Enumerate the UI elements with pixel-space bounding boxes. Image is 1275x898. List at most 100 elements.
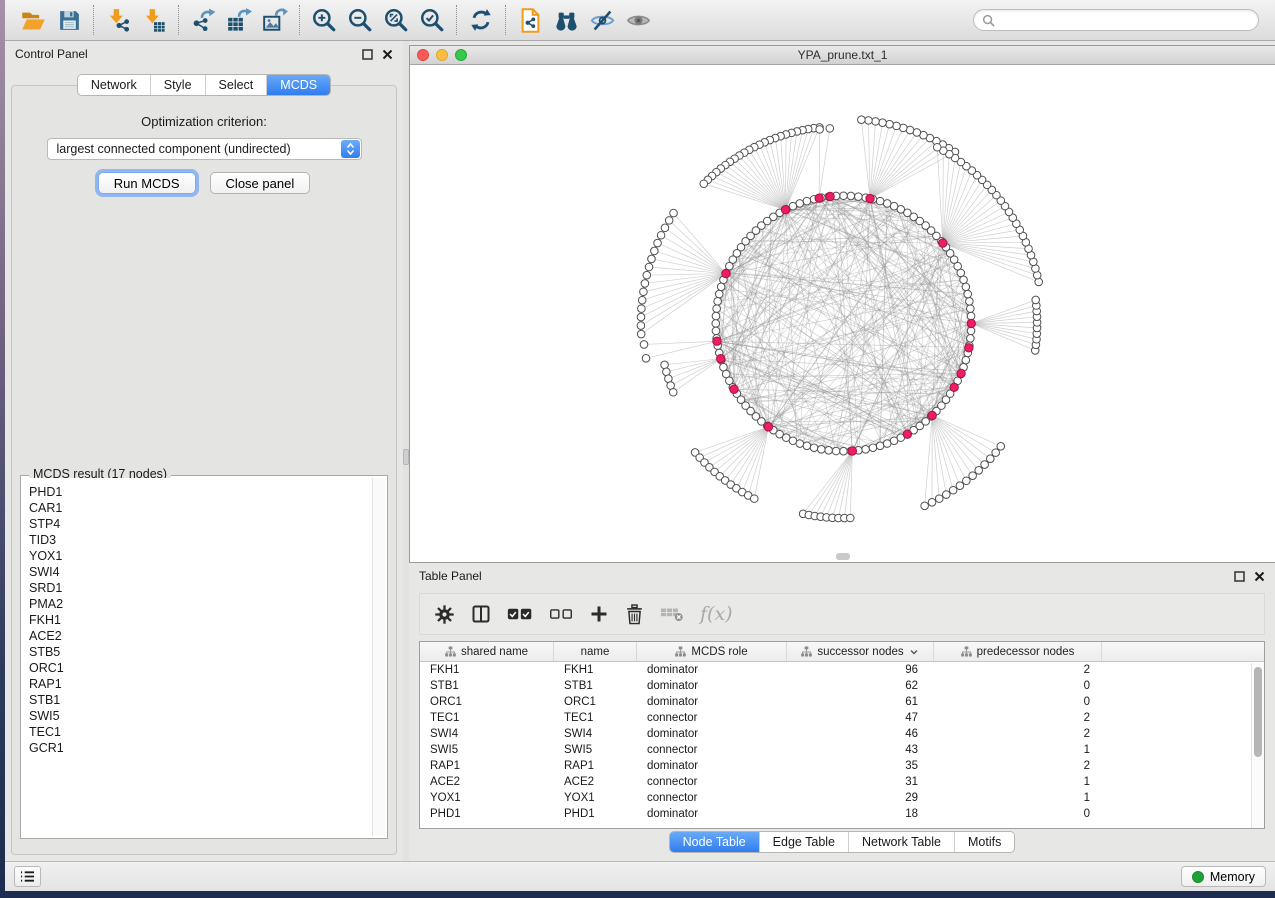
- mcds-list-scrollbar[interactable]: [372, 478, 385, 836]
- table-cell: 47: [787, 712, 934, 724]
- table-row[interactable]: YOX1YOX1connector291: [420, 790, 1264, 806]
- table-row[interactable]: SWI4SWI4dominator462: [420, 726, 1264, 742]
- save-session-button[interactable]: [51, 3, 87, 37]
- float-table-panel-icon[interactable]: [1234, 571, 1245, 582]
- zoom-in-button[interactable]: [306, 3, 342, 37]
- network-canvas[interactable]: [410, 65, 1275, 562]
- tab-network[interactable]: Network: [78, 75, 150, 95]
- memory-status-icon: [1192, 871, 1204, 883]
- mcds-result-item[interactable]: SWI5: [29, 708, 371, 724]
- table-cell: dominator: [637, 760, 787, 772]
- open-file-button[interactable]: [15, 3, 51, 37]
- mcds-result-item[interactable]: STB5: [29, 644, 371, 660]
- close-panel-button[interactable]: Close panel: [210, 172, 311, 194]
- mcds-result-item[interactable]: ORC1: [29, 660, 371, 676]
- mcds-result-item[interactable]: SWI4: [29, 564, 371, 580]
- show-column-panel-button[interactable]: [471, 604, 491, 624]
- search-input[interactable]: [1001, 13, 1250, 27]
- mcds-result-item[interactable]: TID3: [29, 532, 371, 548]
- close-table-panel-icon[interactable]: [1254, 571, 1265, 582]
- column-header-mcds-role[interactable]: MCDS role: [637, 642, 787, 661]
- table-row[interactable]: RAP1RAP1dominator352: [420, 758, 1264, 774]
- run-mcds-button[interactable]: Run MCDS: [98, 172, 196, 194]
- mcds-result-item[interactable]: SRD1: [29, 580, 371, 596]
- mcds-result-item[interactable]: YOX1: [29, 548, 371, 564]
- memory-button[interactable]: Memory: [1181, 866, 1266, 887]
- share-document-button[interactable]: [512, 3, 548, 37]
- mcds-result-item[interactable]: FKH1: [29, 612, 371, 628]
- tab-style[interactable]: Style: [150, 75, 205, 95]
- mcds-result-item[interactable]: CAR1: [29, 500, 371, 516]
- import-network-button[interactable]: [100, 3, 136, 37]
- create-column-button[interactable]: [589, 604, 609, 624]
- control-panel: Control Panel NetworkStyleSelectMCDS Opt…: [5, 41, 403, 861]
- window-maximize-button[interactable]: [455, 49, 467, 61]
- export-table-icon: [226, 7, 252, 33]
- mcds-result-item[interactable]: RAP1: [29, 676, 371, 692]
- export-table-button[interactable]: [221, 3, 257, 37]
- table-row[interactable]: TEC1TEC1connector472: [420, 710, 1264, 726]
- network-scrollbar-thumb[interactable]: [836, 553, 850, 560]
- table-cell: 2: [934, 760, 1102, 772]
- export-network-button[interactable]: [185, 3, 221, 37]
- tab-mcds[interactable]: MCDS: [266, 75, 330, 95]
- window-close-button[interactable]: [417, 49, 429, 61]
- tab-motifs[interactable]: Motifs: [954, 832, 1014, 852]
- tab-select[interactable]: Select: [205, 75, 267, 95]
- zoom-selected-button[interactable]: [414, 3, 450, 37]
- table-row[interactable]: FKH1FKH1dominator962: [420, 662, 1264, 678]
- mcds-result-item[interactable]: TEC1: [29, 724, 371, 740]
- task-history-button[interactable]: [14, 866, 41, 887]
- binoculars-button[interactable]: [548, 3, 584, 37]
- table-cell: STB1: [420, 680, 554, 692]
- mcds-result-item[interactable]: PMA2: [29, 596, 371, 612]
- select-all-rows-button[interactable]: [507, 606, 533, 622]
- close-panel-icon[interactable]: [382, 49, 393, 60]
- refresh-button[interactable]: [463, 3, 499, 37]
- column-header-successor-nodes[interactable]: successor nodes: [787, 642, 934, 661]
- tab-edge-table[interactable]: Edge Table: [759, 832, 848, 852]
- mcds-result-item[interactable]: GCR1: [29, 740, 371, 756]
- show-all-button[interactable]: [620, 3, 656, 37]
- export-image-button[interactable]: [257, 3, 293, 37]
- table-row[interactable]: ACE2ACE2connector311: [420, 774, 1264, 790]
- table-row[interactable]: STB1STB1dominator620: [420, 678, 1264, 694]
- table-scrollbar-thumb[interactable]: [1254, 667, 1262, 757]
- tab-node-table[interactable]: Node Table: [670, 832, 759, 852]
- column-header-name[interactable]: name: [554, 642, 637, 661]
- mcds-result-item[interactable]: PHD1: [29, 484, 371, 500]
- search-field[interactable]: [973, 9, 1259, 31]
- zoom-fit-button[interactable]: [378, 3, 414, 37]
- import-table-button[interactable]: [136, 3, 172, 37]
- delete-column-button[interactable]: [625, 604, 644, 625]
- table-row[interactable]: PHD1PHD1dominator180: [420, 806, 1264, 822]
- table-cell: FKH1: [420, 664, 554, 676]
- table-row[interactable]: ORC1ORC1dominator610: [420, 694, 1264, 710]
- column-header-shared-name[interactable]: shared name: [420, 642, 554, 661]
- zoom-out-button[interactable]: [342, 3, 378, 37]
- criterion-dropdown[interactable]: largest connected component (undirected): [47, 138, 362, 160]
- delete-table-button[interactable]: [660, 606, 684, 623]
- column-header-predecessor-nodes[interactable]: predecessor nodes: [934, 642, 1102, 661]
- tab-network-table[interactable]: Network Table: [848, 832, 954, 852]
- node-table[interactable]: shared namenameMCDS rolesuccessor nodesp…: [419, 641, 1265, 829]
- table-settings-button[interactable]: [434, 604, 455, 625]
- mcds-result-list[interactable]: PHD1CAR1STP4TID3YOX1SWI4SRD1PMA2FKH1ACE2…: [23, 478, 371, 836]
- mcds-result-item[interactable]: ACE2: [29, 628, 371, 644]
- network-window-titlebar[interactable]: YPA_prune.txt_1: [410, 46, 1275, 65]
- function-builder-button[interactable]: f(x): [700, 603, 733, 625]
- mcds-result-item[interactable]: STP4: [29, 516, 371, 532]
- control-tabs: NetworkStyleSelectMCDS: [77, 74, 331, 96]
- table-scrollbar[interactable]: [1251, 663, 1264, 828]
- mcds-result-item[interactable]: STB1: [29, 692, 371, 708]
- optimization-label: Optimization criterion:: [12, 114, 396, 129]
- hide-selected-button[interactable]: [584, 3, 620, 37]
- table-cell: 46: [787, 728, 934, 740]
- float-panel-icon[interactable]: [362, 49, 373, 60]
- sitemap-icon: [675, 646, 686, 657]
- network-view[interactable]: [410, 65, 1275, 562]
- table-row[interactable]: SWI5SWI5connector431: [420, 742, 1264, 758]
- binoculars-icon: [553, 7, 580, 34]
- deselect-all-rows-button[interactable]: [549, 607, 573, 621]
- window-minimize-button[interactable]: [436, 49, 448, 61]
